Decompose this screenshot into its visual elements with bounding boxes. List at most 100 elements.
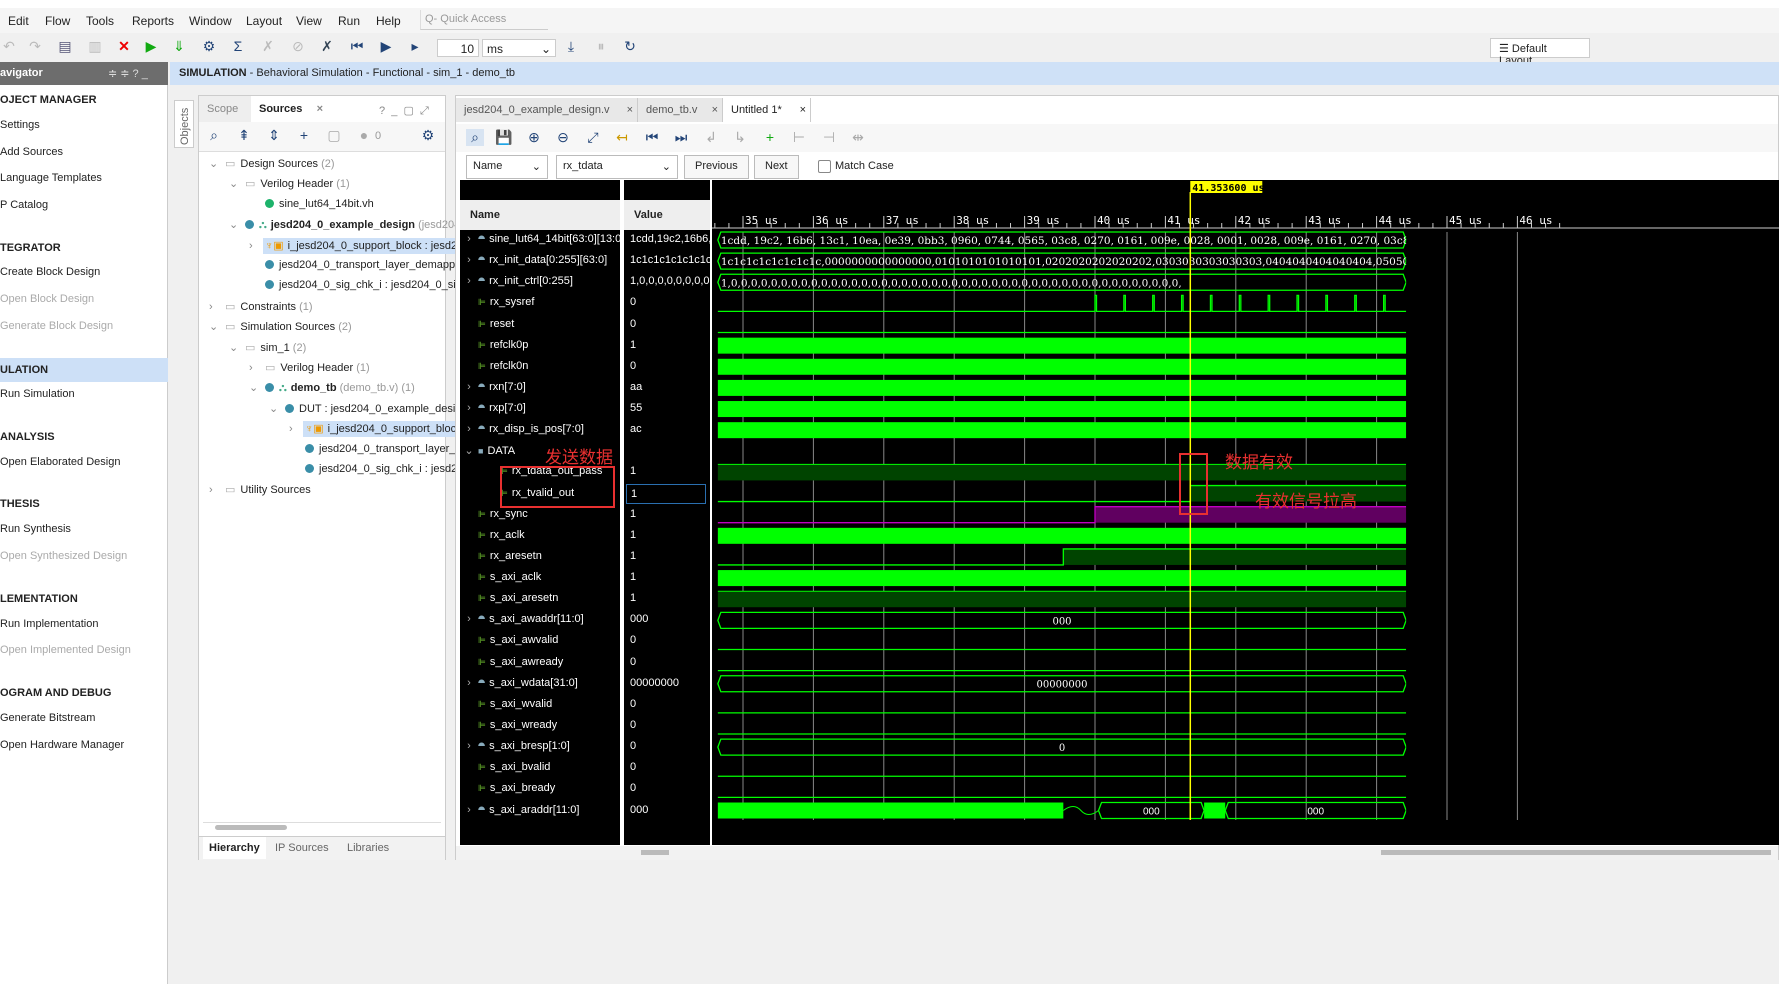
search-field-select[interactable]: Name ⌄ xyxy=(466,155,548,179)
signal-row[interactable]: ⊫ reset xyxy=(460,315,620,335)
close-icon[interactable]: × xyxy=(627,104,633,116)
close-icon[interactable]: × xyxy=(800,104,806,116)
horizontal-scrollbar[interactable] xyxy=(203,822,441,832)
tab-libraries[interactable]: Libraries xyxy=(341,837,395,859)
signal-row[interactable]: ⊫ s_axi_wready xyxy=(460,716,620,736)
signal-row[interactable]: ⊫ refclk0p xyxy=(460,336,620,356)
save-icon[interactable]: 💾 xyxy=(495,129,513,146)
chevron-down-icon[interactable]: ⌄ xyxy=(209,157,223,170)
signal-row[interactable]: › ⯊ s_axi_araddr[11:0] xyxy=(460,801,620,821)
wave-horizontal-scrollbar[interactable] xyxy=(456,846,1778,860)
waveform-canvas[interactable]: 35 us 36 us 37 us 38 us 39 us 40 us 41 us 42 us… xyxy=(712,180,1779,845)
signal-row[interactable]: ⊫ s_axi_awvalid xyxy=(460,631,620,651)
tree-item[interactable]: jesd204_0_transport_layer_demappe xyxy=(247,256,465,276)
nav-item[interactable]: Run Simulation xyxy=(0,385,168,405)
nav-item[interactable]: Open Hardware Manager xyxy=(0,736,168,756)
chevron-right-icon[interactable]: › xyxy=(460,381,478,393)
tab-demo-tb[interactable]: demo_tb.v × xyxy=(638,98,723,122)
chevron-right-icon[interactable]: › xyxy=(460,740,478,752)
menu-edit[interactable]: Edit xyxy=(8,14,29,28)
nav-item[interactable]: Open Synthesized Design xyxy=(0,547,168,567)
chevron-right-icon[interactable]: › xyxy=(460,804,478,816)
signal-row[interactable]: › ⯊ rxn[7:0] xyxy=(460,378,620,398)
zoom-out-icon[interactable]: ⊖ xyxy=(554,129,572,146)
signal-row[interactable]: ⊫ s_axi_aresetn xyxy=(460,589,620,609)
paste-icon[interactable]: ▥ xyxy=(86,38,104,55)
wave-rx_tdata_out_pass[interactable] xyxy=(717,463,1407,481)
zoom-fit-icon[interactable]: ⤢ xyxy=(584,129,602,146)
gear-icon[interactable]: ⚙ xyxy=(419,127,437,144)
chevron-right-icon[interactable]: › xyxy=(460,233,478,245)
copy-icon[interactable]: ▤ xyxy=(56,38,74,55)
expand-all-icon[interactable]: ⇕ xyxy=(265,127,283,144)
wave-rx_aclk[interactable] xyxy=(717,527,1407,544)
run-for-icon[interactable]: ▸ xyxy=(406,38,424,55)
wave-refclk0p[interactable] xyxy=(717,337,1407,354)
tree-item[interactable]: ⌄ ▭ Design Sources (2) xyxy=(207,154,339,174)
wave-rxp-7-0-[interactable] xyxy=(717,401,1407,418)
collapse-all-icon[interactable]: ⇞ xyxy=(235,127,253,144)
program-icon[interactable]: ⇓ xyxy=(170,38,188,55)
chevron-right-icon[interactable]: › xyxy=(460,613,478,625)
chevron-right-icon[interactable]: › xyxy=(209,484,223,496)
wave-rx_init_data-0-255-63-0-[interactable]: 1c1c1c1c1c1c1c1c,0000000000000000,010101… xyxy=(717,252,1493,270)
signal-row[interactable]: › ⯊ s_axi_wdata[31:0] xyxy=(460,674,620,694)
chevron-right-icon[interactable]: › xyxy=(460,423,478,435)
signal-row[interactable]: ⊫ s_axi_bvalid xyxy=(460,758,620,778)
tree-item[interactable]: ⌄ ▭ Verilog Header (1) xyxy=(227,174,354,194)
tab-ip-sources[interactable]: IP Sources xyxy=(269,837,335,859)
signal-row[interactable]: ⊫ rx_aresetn xyxy=(460,547,620,567)
signal-row[interactable]: › ⯊ s_axi_awaddr[11:0] xyxy=(460,610,620,630)
signal-row[interactable]: › ⯊ s_axi_bresp[1:0] xyxy=(460,737,620,757)
chevron-right-icon[interactable]: › xyxy=(289,423,303,435)
nav-item[interactable]: Generate Block Design xyxy=(0,317,168,337)
run-all-icon[interactable]: ▶ xyxy=(377,38,395,55)
tree-item[interactable]: ⌄ ⛬ jesd204_0_example_design (jesd204 xyxy=(227,215,464,235)
signal-row[interactable]: ⊫ rx_aclk xyxy=(460,526,620,546)
swap-cursors-icon[interactable]: ⇹ xyxy=(849,129,867,146)
run-icon[interactable]: ▶ xyxy=(142,38,160,55)
tab-scope[interactable]: Scope xyxy=(199,96,251,122)
menu-view[interactable]: View xyxy=(296,14,322,28)
chevron-right-icon[interactable]: › xyxy=(460,677,478,689)
tree-item[interactable]: sine_lut64_14bit.vh xyxy=(247,195,378,215)
nav-item[interactable]: Open Implemented Design xyxy=(0,641,168,661)
help-doc-icon[interactable]: ▢ xyxy=(325,127,343,144)
panel-controls-icon[interactable]: ? _ ▢ ⤢ xyxy=(379,104,429,118)
go-to-start-icon[interactable]: ⏮ xyxy=(643,129,661,146)
chevron-right-icon[interactable]: › xyxy=(460,254,478,266)
restart-icon[interactable]: ⏮ xyxy=(348,38,366,55)
name-column-header[interactable]: Name xyxy=(460,200,620,230)
wave-s_axi_aclk[interactable] xyxy=(717,570,1407,587)
layout-select[interactable]: ☰ Default Layout xyxy=(1490,38,1590,67)
chevron-down-icon[interactable]: ⌄ xyxy=(269,402,283,415)
tool-icon[interactable]: ✗ xyxy=(259,38,277,55)
value-column-header[interactable]: Value xyxy=(624,200,710,230)
tree-item[interactable]: ⌄ ⛬ demo_tb (demo_tb.v) (1) xyxy=(247,378,419,398)
tree-item[interactable]: › ▭ Constraints (1) xyxy=(207,297,317,317)
nav-item[interactable]: Run Implementation xyxy=(0,615,168,635)
next-button[interactable]: Next xyxy=(754,155,799,179)
nav-item[interactable]: Add Sources xyxy=(0,143,168,163)
wave-rx_disp_is_pos-7-0-[interactable] xyxy=(717,422,1407,439)
tree-item[interactable]: › ▭ Verilog Header (1) xyxy=(247,358,374,378)
signal-row[interactable]: › ⯊ rxp[7:0] xyxy=(460,399,620,419)
tree-item[interactable]: › ♆▣ i_jesd204_0_support_bloc xyxy=(287,419,460,439)
wave-s_axi_aresetn[interactable] xyxy=(717,590,1407,608)
tab-untitled-1[interactable]: Untitled 1* × xyxy=(723,98,811,122)
step-icon[interactable]: ⤓ xyxy=(562,38,580,55)
close-x-icon[interactable]: ✕ xyxy=(115,38,133,55)
close-icon[interactable]: × xyxy=(712,104,718,116)
relaunch-icon[interactable]: ↻ xyxy=(621,38,639,55)
signal-row[interactable]: ⊫ rx_sysref xyxy=(460,293,620,313)
redo-icon[interactable]: ↷ xyxy=(26,38,44,55)
nav-item[interactable]: Generate Bitstream xyxy=(0,709,168,729)
sigma-icon[interactable]: Σ xyxy=(229,38,247,54)
nav-item[interactable]: Language Templates xyxy=(0,169,168,189)
nav-item[interactable]: Open Elaborated Design xyxy=(0,453,168,473)
quick-access-search[interactable]: Q- Quick Access xyxy=(420,10,548,30)
nav-item[interactable]: Create Block Design xyxy=(0,263,168,283)
navigator-controls-icon[interactable]: ≑ ≑ ? _ xyxy=(108,67,148,80)
menu-layout[interactable]: Layout xyxy=(246,14,282,28)
run-time-input[interactable]: 10 xyxy=(437,39,479,57)
